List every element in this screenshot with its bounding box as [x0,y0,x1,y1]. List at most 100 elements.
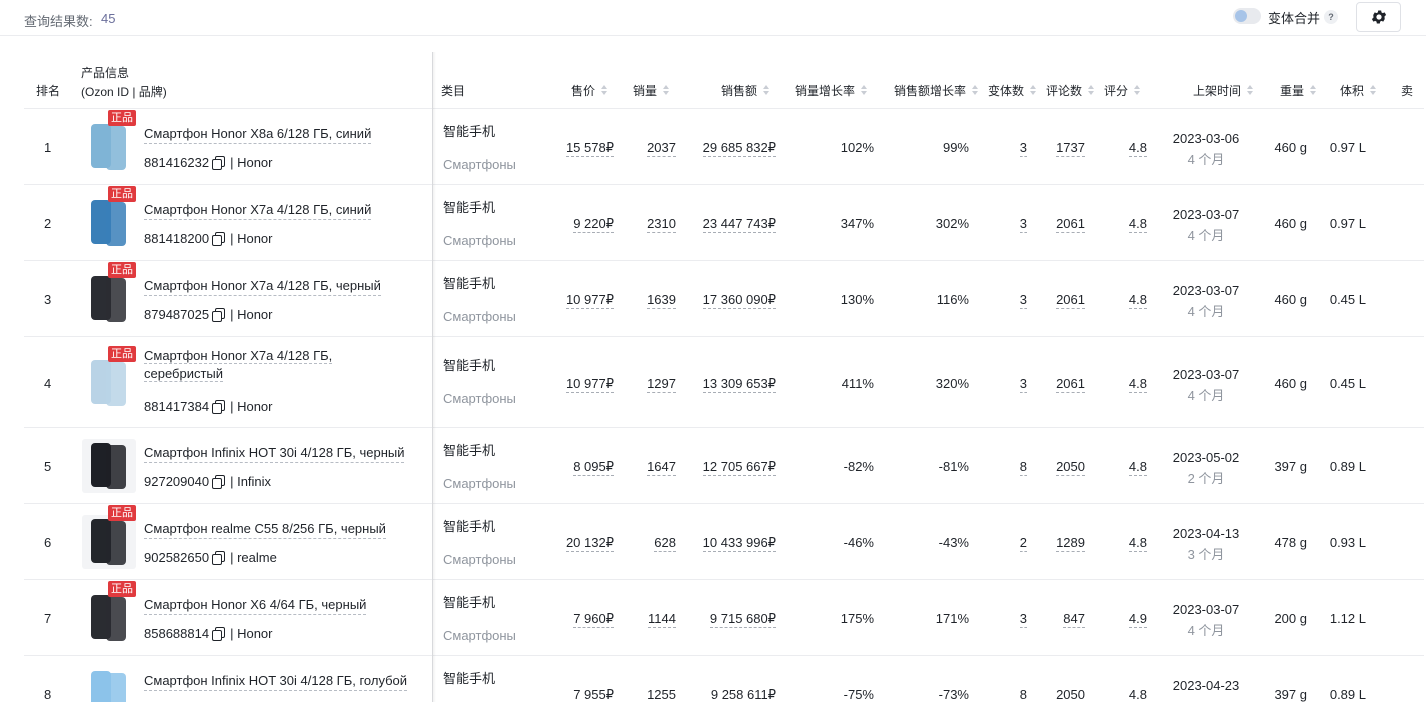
col-revenue-growth[interactable]: 销售额增长率 [894,82,979,99]
variants-cell[interactable]: 8 [1019,687,1027,702]
price-cell[interactable]: 10 977₽ [565,376,614,393]
variants-cell-value: 2 [1019,535,1027,552]
revenue-cell-value: 12 705 667₽ [702,459,776,476]
listed-age: 4 个月 [1187,304,1225,319]
col-reviews[interactable]: 评论数 [1046,82,1095,99]
product-title-link[interactable]: Смартфон Honor X8a 6/128 ГБ, синий [144,125,372,144]
rating-cell[interactable]: 4.8 [1128,535,1147,552]
genuine-badge: 正品 [108,110,136,126]
revenue-cell[interactable]: 13 309 653₽ [702,376,776,393]
ozon-id: 881416232 | Honor [144,155,273,170]
variants-cell[interactable]: 3 [1019,611,1027,628]
product-thumbnail[interactable] [82,439,136,493]
product-title-link[interactable]: Смартфон realme C55 8/256 ГБ, черный [144,520,386,539]
copy-icon[interactable] [212,400,226,414]
variants-cell[interactable]: 3 [1019,292,1027,309]
rating-cell[interactable]: 4.8 [1128,687,1147,702]
variants-cell[interactable]: 3 [1019,376,1027,393]
product-thumbnail[interactable] [82,120,136,174]
price-cell[interactable]: 7 955₽ [573,687,614,702]
reviews-cell[interactable]: 2061 [1056,216,1085,233]
revenue-cell[interactable]: 10 433 996₽ [702,535,776,552]
col-listed-date[interactable]: 上架时间 [1193,82,1254,99]
product-thumbnail[interactable] [82,515,136,569]
sales-cell[interactable]: 1255 [647,687,676,702]
sales-cell[interactable]: 628 [654,535,676,552]
reviews-cell[interactable]: 2061 [1056,292,1085,309]
sales-cell[interactable]: 2037 [647,140,676,157]
product-thumbnail[interactable] [82,591,136,645]
variant-merge-toggle[interactable] [1233,8,1261,24]
col-volume-label: 体积 [1340,84,1365,98]
price-cell[interactable]: 7 960₽ [573,611,614,628]
revenue-cell[interactable]: 9 715 680₽ [709,611,776,628]
rating-cell[interactable]: 4.8 [1128,292,1147,309]
variants-cell[interactable]: 8 [1019,459,1027,476]
product-thumbnail[interactable] [82,196,136,250]
copy-icon[interactable] [212,551,226,565]
copy-icon[interactable] [212,308,226,322]
reviews-cell[interactable]: 2050 [1056,459,1085,476]
price-cell[interactable]: 15 578₽ [565,140,614,157]
sales-cell[interactable]: 1647 [647,459,676,476]
revenue-cell[interactable]: 12 705 667₽ [702,459,776,476]
variants-cell[interactable]: 3 [1019,140,1027,157]
product-title-link[interactable]: Смартфон Honor X6 4/64 ГБ, черный [144,596,367,615]
rating-cell[interactable]: 4.8 [1128,459,1147,476]
col-rating[interactable]: 评分 [1104,82,1141,99]
col-weight[interactable]: 重量 [1280,82,1317,99]
sales-growth-cell-value: 102% [840,140,874,155]
product-title-link[interactable]: Смартфон Honor X7a 4/128 ГБ, синий [144,201,372,220]
col-sales-growth[interactable]: 销量增长率 [795,82,868,99]
col-sales[interactable]: 销量 [633,82,670,99]
table-row: 6 正品 Смартфон realme C55 8/256 ГБ, черный 9… [24,504,1424,580]
reviews-cell[interactable]: 1289 [1056,535,1085,552]
sales-cell[interactable]: 1639 [647,292,676,309]
reviews-cell[interactable]: 847 [1063,611,1085,628]
product-title-link[interactable]: Смартфон Honor X7a 4/128 ГБ, черный [144,277,381,296]
sales-cell[interactable]: 1297 [647,376,676,393]
copy-icon[interactable] [212,475,226,489]
price-cell[interactable]: 9 220₽ [573,216,614,233]
col-revenue[interactable]: 销售额 [721,82,770,99]
copy-icon[interactable] [212,156,226,170]
revenue-cell[interactable]: 17 360 090₽ [702,292,776,309]
product-title-link[interactable]: Смартфон Infinix HOT 30i 4/128 ГБ, черны… [144,444,405,463]
rating-cell[interactable]: 4.8 [1128,216,1147,233]
rating-cell[interactable]: 4.8 [1128,140,1147,157]
reviews-cell[interactable]: 2050 [1056,687,1085,702]
variants-cell[interactable]: 3 [1019,216,1027,233]
sales-cell[interactable]: 2310 [647,216,676,233]
product-title-link[interactable]: Смартфон Honor X7a 4/128 ГБ, серебристый [144,347,333,383]
revenue-cell[interactable]: 23 447 743₽ [702,216,776,233]
weight-cell: 460 g [1274,140,1307,155]
rating-cell[interactable]: 4.8 [1128,376,1147,393]
help-icon[interactable]: ? [1324,10,1338,24]
reviews-cell[interactable]: 2061 [1056,376,1085,393]
rating-cell-value: 4.8 [1128,376,1147,393]
copy-icon[interactable] [212,232,226,246]
price-cell[interactable]: 10 977₽ [565,292,614,309]
ozon-id: 881418200 | Honor [144,231,273,246]
volume-cell: 0.45 L [1330,376,1366,391]
settings-button[interactable] [1356,2,1401,32]
price-cell[interactable]: 8 095₽ [573,459,614,476]
revenue-cell[interactable]: 29 685 832₽ [702,140,776,157]
product-thumbnail[interactable] [82,272,136,326]
revenue-cell[interactable]: 9 258 611₽ [710,687,776,702]
variants-cell-value: 3 [1019,216,1027,233]
reviews-cell[interactable]: 1737 [1056,140,1085,157]
product-thumbnail[interactable] [82,667,136,702]
rating-cell-value: 4.8 [1128,292,1147,309]
col-price[interactable]: 售价 [571,82,608,99]
product-thumbnail[interactable] [82,356,136,410]
col-volume[interactable]: 体积 [1340,82,1377,99]
price-cell[interactable]: 20 132₽ [565,535,614,552]
table-row: 7 正品 Смартфон Honor X6 4/64 ГБ, черный 8586… [24,580,1424,656]
copy-icon[interactable] [212,627,226,641]
variants-cell[interactable]: 2 [1019,535,1027,552]
product-title-link[interactable]: Смартфон Infinix HOT 30i 4/128 ГБ, голуб… [144,672,408,691]
rating-cell[interactable]: 4.9 [1128,611,1147,628]
col-variants[interactable]: 变体数 [988,82,1037,99]
sales-cell[interactable]: 1144 [648,611,676,628]
